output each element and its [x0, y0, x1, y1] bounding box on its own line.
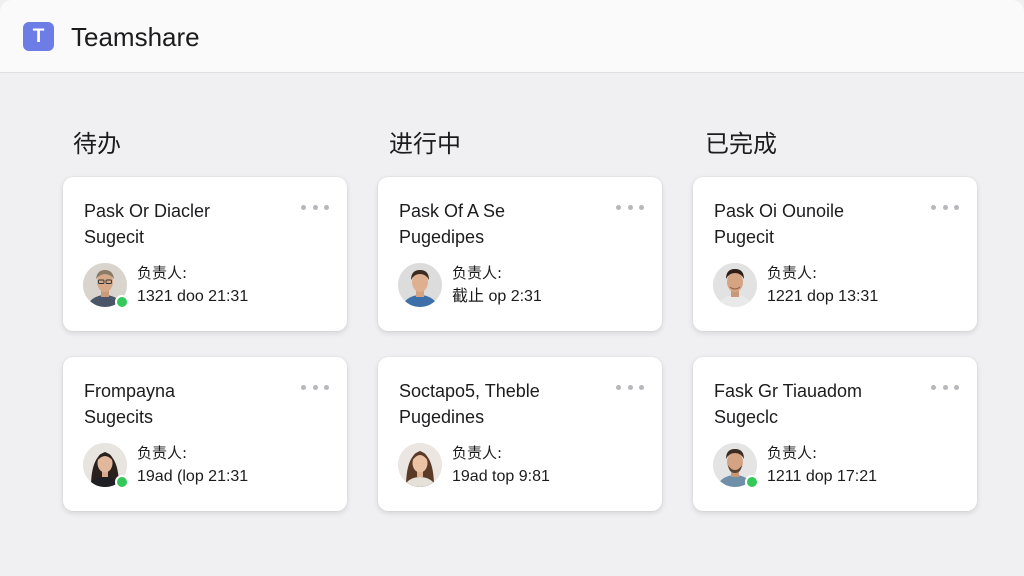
task-card[interactable]: Fask Gr Tiauadom Sugeclc 负责人: 1211 dop 1…	[693, 357, 977, 511]
more-options-icon[interactable]	[616, 379, 644, 395]
due-time: 19ad (lop 21:31	[137, 468, 249, 485]
online-status-dot	[115, 295, 129, 309]
more-options-icon[interactable]	[616, 199, 644, 215]
online-status-dot	[745, 475, 759, 489]
task-title: Pask Oi Ou​noile Pugecit	[714, 201, 845, 247]
column-title-todo: 待办	[73, 130, 121, 158]
due-time: 1221 dop 13:31	[767, 288, 879, 305]
app-title: Teamshare	[71, 22, 200, 52]
column-title-in-progress: 进行中	[389, 130, 461, 158]
app-header: T Teamshare	[0, 0, 1024, 73]
more-options-icon[interactable]	[301, 379, 329, 395]
app-window: T Teamshare 待办 Pask Or Diacler Sugecit 负…	[0, 0, 1024, 576]
task-card[interactable]: Frompayna Sugecits 负责人: 19ad (lop 21:31	[63, 357, 347, 511]
task-card[interactable]: Pask Or Diacler Sugecit 负责人: 1321 doo 21…	[63, 177, 347, 331]
column-title-done: 已完成	[705, 130, 777, 158]
task-card[interactable]: Pask Of A Se Pugedipes 负责人: 截止 op 2:31	[378, 177, 662, 331]
more-options-icon[interactable]	[931, 199, 959, 215]
avatar	[713, 263, 757, 307]
task-title: Fask Gr Tiauadom Sugeclc	[714, 381, 863, 427]
task-card[interactable]: Pask Oi Ou​noile Pugecit 负责人: 1221 dop 1…	[693, 177, 977, 331]
more-options-icon[interactable]	[931, 379, 959, 395]
due-time: 19ad top 9:81	[452, 468, 550, 485]
avatar	[398, 263, 442, 307]
task-card[interactable]: Soctapo5, Theble Pugedines 负责人: 19ad top…	[378, 357, 662, 511]
due-time: 1211 dop 17:21	[767, 468, 878, 485]
assignee-label: 负责人:	[452, 264, 503, 282]
assignee-label: 负责人:	[767, 444, 818, 462]
assignee-label: 负责人:	[137, 264, 188, 282]
task-title: Soctapo5, Theble Pugedines	[399, 381, 540, 427]
assignee-label: 负责人:	[767, 264, 818, 282]
due-time: 截止 op 2:31	[452, 288, 542, 305]
assignee-label: 负责人:	[452, 444, 503, 462]
task-title: Pask Or Diacler Sugecit	[84, 201, 211, 247]
assignee-label: 负责人:	[137, 444, 188, 462]
due-time: 1321 doo 21:31	[137, 288, 249, 305]
avatar	[398, 443, 442, 487]
online-status-dot	[115, 475, 129, 489]
more-options-icon[interactable]	[301, 199, 329, 215]
app-logo-icon[interactable]: T	[23, 22, 54, 51]
task-title: Pask Of A Se Pugedipes	[399, 201, 506, 247]
task-title: Frompayna Sugecits	[84, 381, 176, 427]
